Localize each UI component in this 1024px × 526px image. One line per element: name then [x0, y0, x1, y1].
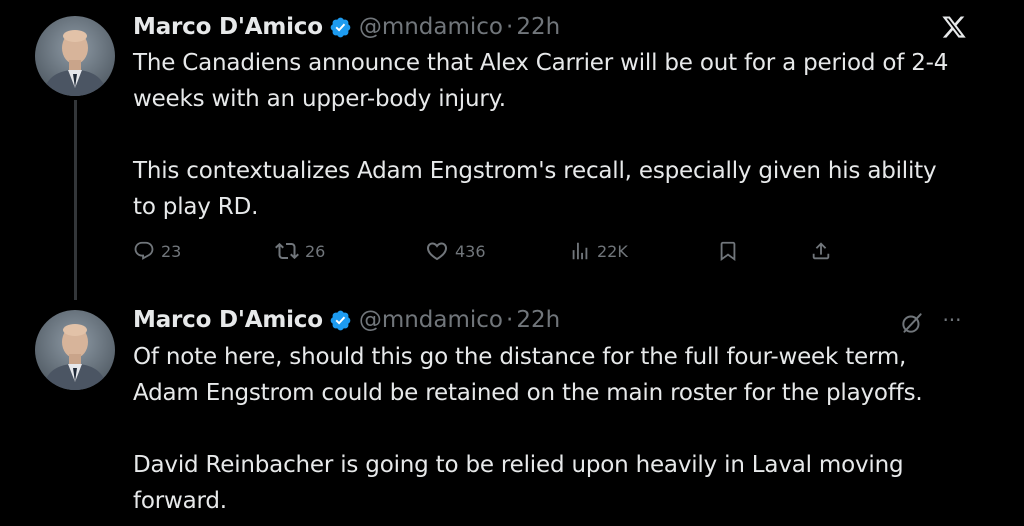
- x-logo-icon: [940, 14, 968, 40]
- share-icon: [810, 240, 832, 262]
- verified-badge-icon: [329, 16, 352, 39]
- reply-button[interactable]: 23: [133, 236, 181, 266]
- author-handle[interactable]: @mndamico: [359, 307, 503, 333]
- timestamp[interactable]: 22h: [516, 307, 560, 333]
- verified-badge-icon: [329, 309, 352, 332]
- author-name[interactable]: Marco D'Amico: [133, 14, 323, 40]
- profile-avatar-image: [35, 310, 115, 390]
- more-icon[interactable]: ···: [940, 308, 964, 332]
- repost-icon: [275, 239, 299, 263]
- views-icon: [569, 240, 591, 262]
- author-handle[interactable]: @mndamico: [359, 14, 503, 40]
- tweet-text: Of note here, should this go the distanc…: [133, 344, 923, 514]
- reply-icon: [133, 240, 155, 262]
- tweet-header: Marco D'Amico @mndamico · 22h: [133, 304, 560, 336]
- profile-avatar-image: [35, 16, 115, 96]
- author-name[interactable]: Marco D'Amico: [133, 307, 323, 333]
- like-count: 436: [455, 241, 486, 261]
- tweet-header: Marco D'Amico @mndamico · 22h: [133, 11, 560, 43]
- timestamp[interactable]: 22h: [516, 14, 560, 40]
- tweet-text: The Canadiens announce that Alex Carrier…: [133, 50, 949, 220]
- grok-icon[interactable]: [899, 310, 925, 336]
- tweet-1[interactable]: Marco D'Amico @mndamico · 22h The Canadi…: [0, 0, 1024, 300]
- heart-icon: [425, 239, 449, 263]
- reply-count: 23: [161, 241, 182, 261]
- like-button[interactable]: 436: [425, 236, 486, 266]
- avatar[interactable]: [35, 16, 115, 96]
- separator-dot: ·: [506, 307, 514, 333]
- share-button[interactable]: [810, 236, 832, 266]
- separator-dot: ·: [506, 14, 514, 40]
- repost-button[interactable]: 26: [275, 236, 325, 266]
- thread-line: [74, 100, 77, 300]
- repost-count: 26: [305, 241, 326, 261]
- tweet-2[interactable]: Marco D'Amico @mndamico · 22h ··· Of not…: [0, 300, 1024, 526]
- views-count: 22K: [597, 241, 628, 261]
- avatar[interactable]: [35, 310, 115, 390]
- bookmark-button[interactable]: [717, 236, 739, 266]
- bookmark-icon: [717, 240, 739, 262]
- tweet-actions: 23 26 436 22K: [133, 236, 853, 266]
- views-button[interactable]: 22K: [569, 236, 628, 266]
